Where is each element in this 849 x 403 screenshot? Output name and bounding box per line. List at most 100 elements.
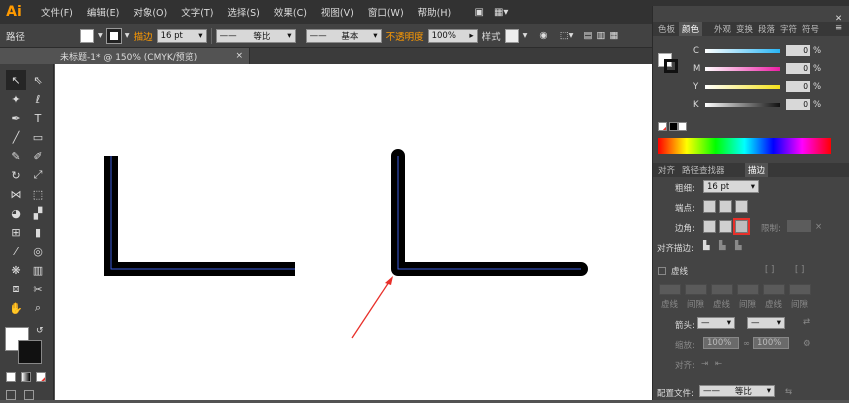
gap-field-2[interactable] — [737, 284, 759, 295]
white-swatch[interactable] — [678, 122, 687, 131]
chevron-down-icon[interactable]: ▾ — [125, 30, 130, 41]
stroke-weight-field[interactable]: 16 pt ▾ — [156, 28, 207, 43]
stroke-indicator[interactable] — [664, 59, 678, 73]
place-arrow-at-end-icon[interactable]: ⇤ — [715, 359, 722, 369]
align-center-icon[interactable]: ▙ — [703, 241, 710, 251]
gap-field-1[interactable] — [685, 284, 707, 295]
stroke-color-swatch[interactable] — [18, 340, 42, 364]
menu-edit[interactable]: 编辑(E) — [80, 5, 126, 19]
link-icon[interactable]: ⚙ — [803, 339, 811, 349]
scale-tool-icon[interactable]: ⤢ — [28, 165, 48, 185]
end-arrowhead-dropdown[interactable]: — ▾ — [747, 317, 785, 329]
variable-width-profile-dropdown[interactable]: —— 等比 ▾ — [215, 28, 296, 43]
screen-mode-icon[interactable] — [24, 390, 34, 400]
channel-k-slider[interactable] — [705, 103, 780, 107]
brush-definition-dropdown[interactable]: —— 基本 ▾ — [305, 28, 382, 43]
dashed-checkbox[interactable] — [658, 267, 666, 275]
column-graph-tool-icon[interactable]: ▥ — [28, 260, 48, 280]
butt-cap-button[interactable] — [703, 200, 716, 213]
channel-c-value[interactable]: 0 — [786, 45, 810, 56]
tab-character[interactable]: 字符 — [777, 22, 800, 36]
menu-effect[interactable]: 效果(C) — [267, 5, 314, 19]
swap-colors-icon[interactable]: ↺ — [36, 326, 44, 336]
eyedropper-tool-icon[interactable]: ⁄ — [6, 241, 26, 261]
link-scale-icon[interactable]: ∞ — [743, 339, 750, 349]
align-icon[interactable]: ▤ — [583, 30, 592, 41]
channel-y-value[interactable]: 0 — [786, 81, 810, 92]
tab-symbols[interactable]: 符号 — [799, 22, 822, 36]
tab-paragraph[interactable]: 段落 — [755, 22, 778, 36]
dash-adjust-icon[interactable]: [ ] — [795, 265, 804, 275]
limit-field[interactable] — [787, 220, 811, 232]
projecting-cap-button[interactable] — [735, 200, 748, 213]
end-scale-field[interactable]: 100% — [753, 337, 789, 349]
fill-swatch[interactable] — [80, 28, 94, 43]
chevron-down-icon[interactable]: ▾ — [98, 30, 103, 41]
tab-pathfinder[interactable]: 路径查找器 — [679, 163, 728, 177]
channel-y-slider[interactable] — [705, 85, 780, 89]
type-tool-icon[interactable]: T — [28, 108, 48, 128]
start-arrowhead-dropdown[interactable]: — ▾ — [697, 317, 735, 329]
menu-help[interactable]: 帮助(H) — [411, 5, 459, 19]
menu-file[interactable]: 文件(F) — [34, 5, 80, 19]
panel-options-icon[interactable]: ≡ — [835, 23, 842, 33]
channel-c-slider[interactable] — [705, 49, 780, 53]
weight-field[interactable]: 16 pt ▾ — [703, 180, 759, 193]
channel-k-value[interactable]: 0 — [786, 99, 810, 110]
blend-tool-icon[interactable]: ◎ — [28, 241, 48, 261]
close-icon[interactable]: × — [235, 51, 243, 61]
menu-select[interactable]: 选择(S) — [220, 5, 266, 19]
symbol-sprayer-tool-icon[interactable]: ❋ — [6, 260, 26, 280]
gradient-tool-icon[interactable]: ▮ — [28, 222, 48, 242]
gradient-mode-icon[interactable] — [21, 372, 31, 382]
opacity-field[interactable]: 100% ▸ — [427, 28, 478, 43]
perspective-grid-tool-icon[interactable]: ▞ — [28, 203, 48, 223]
round-cap-button[interactable] — [719, 200, 732, 213]
mesh-tool-icon[interactable]: ⊞ — [6, 222, 26, 242]
zoom-tool-icon[interactable]: ⌕ — [28, 298, 48, 318]
channel-m-value[interactable]: 0 — [786, 63, 810, 74]
stroke-label[interactable]: 描边 — [134, 29, 153, 43]
arrange-documents-icon[interactable]: ▦▾ — [490, 7, 512, 18]
line-tool-icon[interactable]: ╱ — [6, 127, 26, 147]
slice-tool-icon[interactable]: ✂ — [28, 279, 48, 299]
color-mode-icon[interactable] — [6, 372, 16, 382]
shape-builder-tool-icon[interactable]: ◕ — [6, 203, 26, 223]
miter-join-button[interactable] — [703, 220, 716, 233]
gap-field-3[interactable] — [789, 284, 811, 295]
tab-transform[interactable]: 变换 — [733, 22, 756, 36]
rotate-tool-icon[interactable]: ↻ — [6, 165, 26, 185]
tab-stroke[interactable]: 描边 — [745, 163, 769, 177]
lasso-tool-icon[interactable]: ℓ — [28, 89, 48, 109]
path-round-join[interactable] — [391, 149, 588, 276]
color-spectrum[interactable] — [658, 138, 831, 154]
selection-tool-icon[interactable]: ↖ — [6, 70, 26, 90]
document-tab[interactable]: 未标题-1* @ 150% (CMYK/预览) × — [54, 48, 250, 64]
align-inside-icon[interactable]: ▙ — [719, 241, 726, 251]
round-join-button[interactable] — [719, 220, 732, 233]
menu-object[interactable]: 对象(O) — [126, 5, 174, 19]
rectangle-tool-icon[interactable]: ▭ — [28, 127, 48, 147]
align-outside-icon[interactable]: ▙ — [735, 241, 742, 251]
tab-appearance[interactable]: 外观 — [711, 22, 734, 36]
path-miter-join[interactable] — [104, 156, 295, 276]
extend-arrow-tip-icon[interactable]: ⇥ — [701, 359, 708, 369]
tab-align[interactable]: 对齐 — [655, 163, 678, 177]
bevel-join-button[interactable] — [733, 218, 750, 235]
align-center-icon[interactable]: ▦ — [609, 30, 618, 41]
hand-tool-icon[interactable]: ✋ — [6, 298, 26, 318]
draw-mode-icon[interactable] — [6, 390, 16, 400]
dash-align-icon[interactable]: [ ] — [765, 265, 774, 275]
dash-field-1[interactable] — [659, 284, 681, 295]
dash-field-3[interactable] — [763, 284, 785, 295]
tab-swatches[interactable]: 色板 — [655, 22, 678, 36]
width-tool-icon[interactable]: ⋈ — [6, 184, 26, 204]
distribute-icon[interactable]: ▥ — [596, 30, 605, 41]
flip-along-icon[interactable]: ⇆ — [785, 387, 792, 397]
pencil-tool-icon[interactable]: ✐ — [28, 146, 48, 166]
artboard[interactable] — [55, 64, 652, 400]
bridge-icon[interactable]: ▣ — [468, 7, 490, 18]
paintbrush-tool-icon[interactable]: ✎ — [6, 146, 26, 166]
none-mode-icon[interactable] — [36, 372, 46, 382]
direct-selection-tool-icon[interactable]: ⇖ — [28, 70, 48, 90]
